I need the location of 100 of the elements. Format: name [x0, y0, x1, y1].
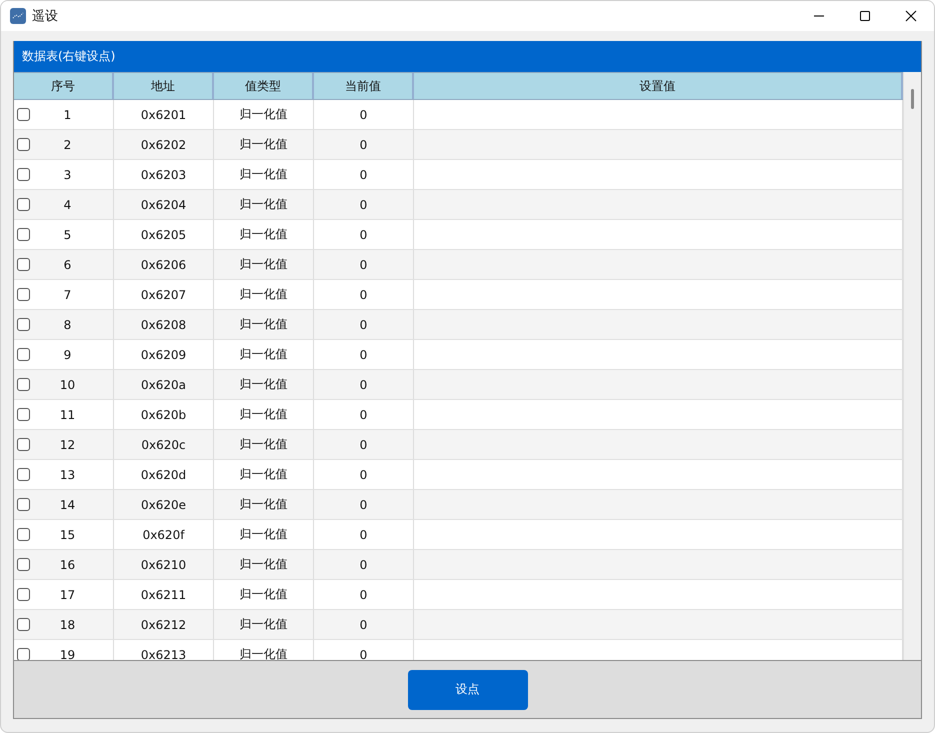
table-cell: 0 — [360, 228, 368, 242]
table-cell: 0 — [360, 258, 368, 272]
checkbox[interactable] — [17, 138, 30, 151]
scrollbar-thumb[interactable] — [911, 89, 914, 109]
table-cell: 0 — [360, 348, 368, 362]
table-cell: 0 — [360, 528, 368, 542]
maximize-icon[interactable] — [859, 10, 871, 22]
table-cell: 0x6207 — [140, 288, 186, 302]
table-cell: 0 — [360, 318, 368, 332]
table-cell: 归一化值 — [240, 616, 288, 633]
table-cell: 归一化值 — [240, 586, 288, 603]
table-cell: 0x620d — [140, 468, 186, 482]
table-cell: 0x6208 — [140, 318, 186, 332]
table-cell: 归一化值 — [240, 316, 288, 333]
table-cell: 0x6210 — [140, 558, 186, 572]
table-cell: 0 — [360, 558, 368, 572]
table-cell: 0 — [360, 648, 368, 660]
column-header[interactable]: 当前值 — [314, 73, 414, 99]
table-cell: 归一化值 — [240, 166, 288, 183]
table-cell-text: 5 — [62, 228, 72, 242]
column-header[interactable]: 序号 — [14, 73, 114, 99]
table-cell-text: 3 — [62, 168, 72, 182]
table-cell: 0x6201 — [140, 108, 186, 122]
checkbox[interactable] — [17, 648, 30, 660]
window-title: 遥设 — [32, 8, 59, 25]
scrollbar[interactable] — [903, 72, 921, 660]
table-cell: 归一化值 — [240, 256, 288, 273]
table-cell: 归一化值 — [240, 466, 288, 483]
table-cell: 归一化值 — [240, 226, 288, 243]
table-cell-text: 11 — [58, 408, 76, 422]
table-cell: 0x6206 — [140, 258, 186, 272]
table-cell: 0x6204 — [140, 198, 186, 212]
checkbox[interactable] — [17, 498, 30, 511]
table-cell: 0 — [360, 108, 368, 122]
set-point-button[interactable]: 设点 — [408, 670, 528, 710]
close-icon[interactable] — [905, 10, 917, 22]
table-cell: 0x6202 — [140, 138, 186, 152]
table-cell: 0x620c — [141, 438, 186, 452]
table-cell: 0 — [360, 618, 368, 632]
table-cell-text: 7 — [62, 288, 72, 302]
table-cell-text: 4 — [62, 198, 72, 212]
table-cell: 归一化值 — [240, 106, 288, 123]
table-cell-text: 18 — [58, 618, 76, 632]
table-cell: 归一化值 — [240, 556, 288, 573]
table-cell: 0x620f — [142, 528, 184, 542]
column-header[interactable]: 地址 — [114, 73, 214, 99]
table-cell-text: 17 — [58, 588, 76, 602]
table-cell: 0x6212 — [140, 618, 186, 632]
table-cell: 0 — [360, 408, 368, 422]
checkbox[interactable] — [17, 288, 30, 301]
table-cell: 0 — [360, 468, 368, 482]
table-cell: 归一化值 — [240, 496, 288, 513]
table-cell: 归一化值 — [240, 196, 288, 213]
checkbox[interactable] — [17, 108, 30, 121]
checkbox[interactable] — [17, 318, 30, 331]
table-cell: 0 — [360, 378, 368, 392]
table-cell-text: 8 — [62, 318, 72, 332]
table-cell: 归一化值 — [240, 376, 288, 393]
table-cell: 0x620a — [141, 378, 186, 392]
table-cell: 0x6211 — [140, 588, 186, 602]
table-cell: 0x6205 — [140, 228, 186, 242]
table-cell: 归一化值 — [240, 436, 288, 453]
table-cell: 0x6209 — [140, 348, 186, 362]
checkbox[interactable] — [17, 618, 30, 631]
table-cell: 归一化值 — [240, 346, 288, 363]
checkbox[interactable] — [17, 408, 30, 421]
checkbox[interactable] — [17, 378, 30, 391]
table-cell: 0x6203 — [140, 168, 186, 182]
table-cell: 0 — [360, 588, 368, 602]
table-cell-text: 1 — [62, 108, 72, 122]
table-cell: 0 — [360, 198, 368, 212]
app-icon — [10, 8, 26, 24]
table-cell: 归一化值 — [240, 286, 288, 303]
table-cell: 0 — [360, 288, 368, 302]
checkbox[interactable] — [17, 228, 30, 241]
checkbox[interactable] — [17, 468, 30, 481]
checkbox[interactable] — [17, 558, 30, 571]
checkbox[interactable] — [17, 168, 30, 181]
table-cell-text: 2 — [62, 138, 72, 152]
table-cell: 0 — [360, 498, 368, 512]
panel-title: 数据表(右键设点) — [22, 48, 116, 65]
checkbox[interactable] — [17, 198, 30, 211]
table-cell: 0x6213 — [140, 648, 186, 660]
table-cell-text: 12 — [58, 438, 76, 452]
table-cell: 0 — [360, 138, 368, 152]
checkbox[interactable] — [17, 438, 30, 451]
table-cell: 归一化值 — [240, 646, 288, 660]
table-cell-text: 6 — [62, 258, 72, 272]
table-cell-text: 10 — [58, 378, 76, 392]
checkbox[interactable] — [17, 348, 30, 361]
table-cell: 0x620b — [140, 408, 186, 422]
checkbox[interactable] — [17, 588, 30, 601]
table-cell-text: 13 — [58, 468, 76, 482]
table-cell: 0 — [360, 168, 368, 182]
checkbox[interactable] — [17, 528, 30, 541]
checkbox[interactable] — [17, 258, 30, 271]
table-cell-text: 15 — [58, 528, 76, 542]
table-cell-text: 16 — [58, 558, 76, 572]
table-cell: 归一化值 — [240, 136, 288, 153]
column-header[interactable]: 值类型 — [214, 73, 314, 99]
